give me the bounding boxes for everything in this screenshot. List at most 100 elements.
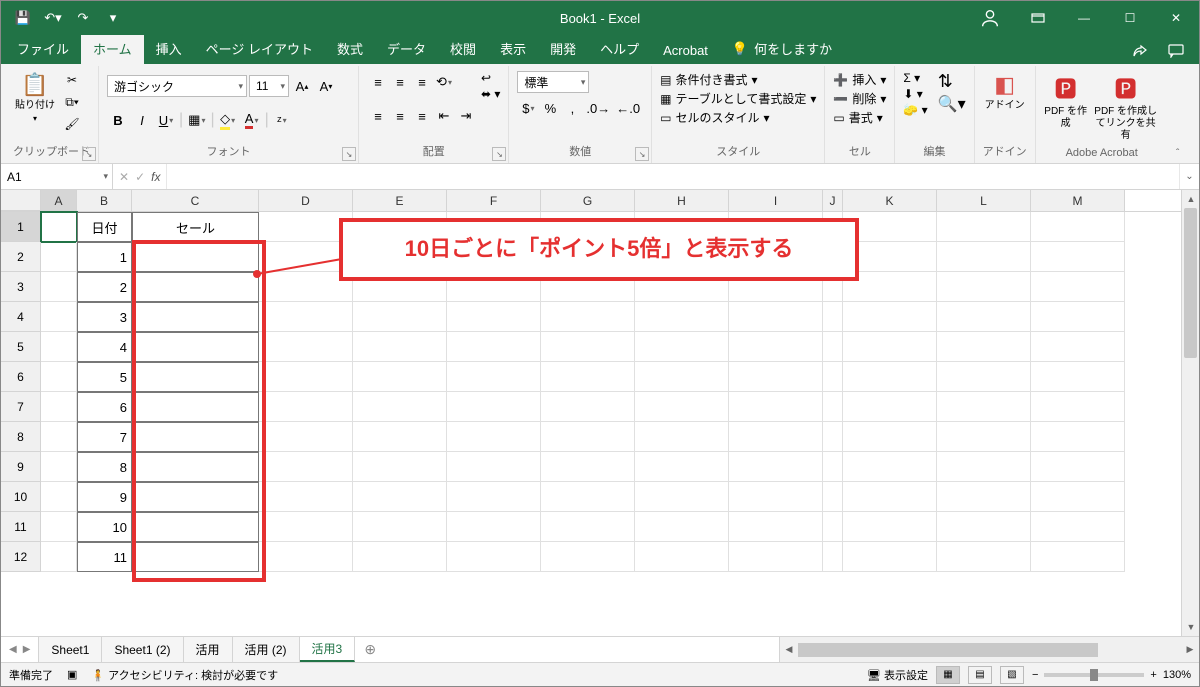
cell-L2[interactable]	[937, 242, 1031, 272]
comma-button[interactable]: ,	[561, 97, 583, 119]
horizontal-scrollbar[interactable]: ◀ ▶	[779, 637, 1199, 662]
scroll-up-button[interactable]: ▲	[1182, 190, 1199, 208]
col-header-D[interactable]: D	[259, 190, 353, 211]
increase-font-button[interactable]: A▴	[291, 75, 313, 97]
row-header-3[interactable]: 3	[1, 272, 41, 302]
conditional-formatting-button[interactable]: ▤条件付き書式 ▾	[660, 71, 816, 88]
orientation-button[interactable]: ⟲	[433, 71, 455, 93]
cell-J5[interactable]	[823, 332, 843, 362]
row-header-5[interactable]: 5	[1, 332, 41, 362]
col-header-K[interactable]: K	[843, 190, 937, 211]
cell-L3[interactable]	[937, 272, 1031, 302]
cell-D4[interactable]	[259, 302, 353, 332]
tab-view[interactable]: 表示	[488, 33, 538, 64]
cell-D11[interactable]	[259, 512, 353, 542]
cell-L6[interactable]	[937, 362, 1031, 392]
cell-A8[interactable]	[41, 422, 77, 452]
cell-K6[interactable]	[843, 362, 937, 392]
zoom-level[interactable]: 130%	[1163, 669, 1191, 681]
cell-B3[interactable]: 2	[77, 272, 132, 302]
cell-E11[interactable]	[353, 512, 447, 542]
vscroll-thumb[interactable]	[1184, 208, 1197, 358]
wrap-text-button[interactable]: ↩	[481, 71, 500, 85]
border-button[interactable]: ▦	[185, 109, 208, 131]
cell-G12[interactable]	[541, 542, 635, 572]
align-right-button[interactable]: ≡	[411, 105, 433, 127]
cell-L12[interactable]	[937, 542, 1031, 572]
cell-G8[interactable]	[541, 422, 635, 452]
cell-L4[interactable]	[937, 302, 1031, 332]
col-header-I[interactable]: I	[729, 190, 823, 211]
tab-insert[interactable]: 挿入	[144, 33, 194, 64]
cell-J4[interactable]	[823, 302, 843, 332]
tab-developer[interactable]: 開発	[538, 33, 588, 64]
cell-K12[interactable]	[843, 542, 937, 572]
tell-me[interactable]: 💡 何をしますか	[720, 33, 844, 64]
cell-A5[interactable]	[41, 332, 77, 362]
col-header-E[interactable]: E	[353, 190, 447, 211]
cell-F10[interactable]	[447, 482, 541, 512]
macro-record-icon[interactable]: ▣	[67, 668, 77, 681]
zoom-in-button[interactable]: +	[1150, 669, 1156, 681]
cell-styles-button[interactable]: ▭セルのスタイル ▾	[660, 109, 816, 126]
redo-button[interactable]: ↷	[69, 4, 97, 32]
sheet-tab-1[interactable]: Sheet1 (2)	[102, 637, 183, 662]
row-header-7[interactable]: 7	[1, 392, 41, 422]
cell-E9[interactable]	[353, 452, 447, 482]
cell-L9[interactable]	[937, 452, 1031, 482]
fx-enter-button[interactable]: ✓	[135, 170, 145, 184]
cell-J11[interactable]	[823, 512, 843, 542]
cell-K8[interactable]	[843, 422, 937, 452]
cell-A4[interactable]	[41, 302, 77, 332]
cell-J6[interactable]	[823, 362, 843, 392]
cell-A3[interactable]	[41, 272, 77, 302]
clipboard-launcher[interactable]: ↘	[82, 147, 96, 161]
cell-H7[interactable]	[635, 392, 729, 422]
cut-button[interactable]: ✂	[61, 70, 83, 90]
insert-cells-button[interactable]: ➕挿入 ▾	[833, 71, 886, 88]
cell-D7[interactable]	[259, 392, 353, 422]
cell-B4[interactable]: 3	[77, 302, 132, 332]
font-name-combo[interactable]: 游ゴシック	[107, 75, 247, 97]
zoom-out-button[interactable]: −	[1032, 669, 1038, 681]
cell-M11[interactable]	[1031, 512, 1125, 542]
accessibility-status[interactable]: 🧍 アクセシビリティ: 検討が必要です	[91, 667, 278, 683]
cell-F6[interactable]	[447, 362, 541, 392]
cell-G5[interactable]	[541, 332, 635, 362]
align-center-button[interactable]: ≡	[389, 105, 411, 127]
cell-K9[interactable]	[843, 452, 937, 482]
pdf-create-button[interactable]: 🅿 PDF を作成	[1044, 68, 1088, 130]
cell-G10[interactable]	[541, 482, 635, 512]
row-header-10[interactable]: 10	[1, 482, 41, 512]
undo-button[interactable]: ↶▾	[39, 4, 67, 32]
cell-E7[interactable]	[353, 392, 447, 422]
col-header-H[interactable]: H	[635, 190, 729, 211]
row-header-2[interactable]: 2	[1, 242, 41, 272]
cell-K10[interactable]	[843, 482, 937, 512]
cell-M2[interactable]	[1031, 242, 1125, 272]
cell-I9[interactable]	[729, 452, 823, 482]
cell-I8[interactable]	[729, 422, 823, 452]
format-painter-button[interactable]: 🖌	[61, 114, 83, 134]
page-break-view-button[interactable]: ▧	[1000, 666, 1024, 684]
share-button[interactable]	[1125, 38, 1155, 64]
format-as-table-button[interactable]: ▦テーブルとして書式設定 ▾	[660, 90, 816, 107]
cell-F11[interactable]	[447, 512, 541, 542]
copy-button[interactable]: ⧉▾	[61, 92, 83, 112]
cell-G4[interactable]	[541, 302, 635, 332]
row-header-9[interactable]: 9	[1, 452, 41, 482]
cell-G11[interactable]	[541, 512, 635, 542]
phonetic-button[interactable]: ᶻ	[271, 109, 293, 131]
cell-H4[interactable]	[635, 302, 729, 332]
fx-cancel-button[interactable]: ✕	[119, 170, 129, 184]
clear-button[interactable]: 🧽 ▾	[903, 103, 927, 117]
cell-J9[interactable]	[823, 452, 843, 482]
cell-L5[interactable]	[937, 332, 1031, 362]
cell-H5[interactable]	[635, 332, 729, 362]
decrease-decimal-button[interactable]: ←.0	[613, 97, 643, 119]
decrease-indent-button[interactable]: ⇤	[433, 105, 455, 127]
tab-help[interactable]: ヘルプ	[588, 33, 651, 64]
cell-A2[interactable]	[41, 242, 77, 272]
bold-button[interactable]: B	[107, 109, 129, 131]
cell-B1[interactable]: 日付	[77, 212, 132, 242]
